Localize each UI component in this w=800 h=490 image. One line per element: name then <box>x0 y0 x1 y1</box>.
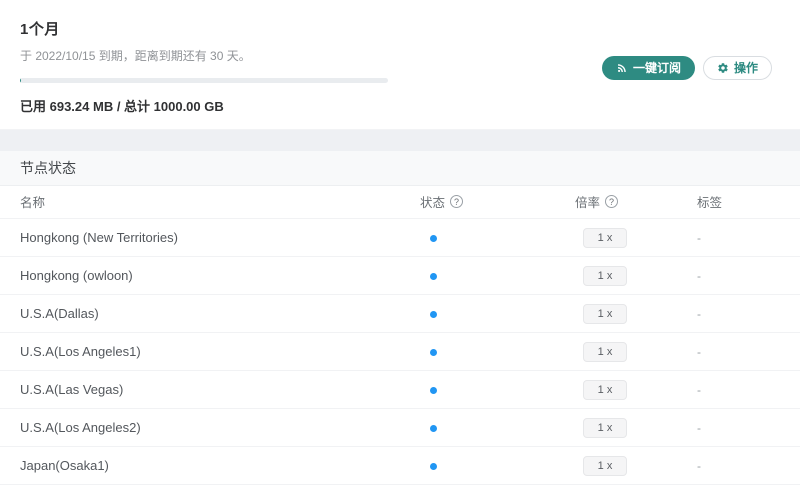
column-header-rate: 倍率 ? <box>575 192 619 211</box>
node-name: U.S.A(Las Vegas) <box>20 382 124 397</box>
rate-badge: 1 x <box>583 303 627 324</box>
column-header-status: 状态 ? <box>420 192 464 211</box>
column-header-name: 名称 <box>20 196 46 210</box>
node-table: 名称 状态 ? 倍率 ? 标签 Hongkong (New Territorie… <box>0 186 800 485</box>
status-dot <box>430 424 437 432</box>
status-dot <box>430 310 437 318</box>
rate-badge: 1 x <box>583 379 627 400</box>
status-dot <box>430 348 437 356</box>
section-divider-band <box>0 130 800 151</box>
plan-card: 1个月 于 2022/10/15 到期，距离到期还有 30 天。 已用 693.… <box>0 0 800 130</box>
table-row: Hongkong (New Territories) 1 x - <box>0 219 800 257</box>
node-status-title: 节点状态 <box>20 160 76 176</box>
rate-help-icon[interactable]: ? <box>605 195 619 208</box>
status-dot <box>430 386 437 394</box>
table-header-row: 名称 状态 ? 倍率 ? 标签 <box>0 186 800 219</box>
plan-title: 1个月 <box>20 21 60 38</box>
tags-value: - <box>697 382 701 397</box>
subscribe-button-label: 一键订阅 <box>632 61 681 75</box>
tags-value: - <box>697 344 701 359</box>
status-dot <box>430 272 437 280</box>
gear-icon <box>717 62 729 74</box>
table-row: U.S.A(Dallas) 1 x - <box>0 295 800 333</box>
actions-button-label: 操作 <box>733 61 758 75</box>
table-row: Hongkong (owloon) 1 x - <box>0 257 800 295</box>
status-dot <box>430 234 437 242</box>
tags-value: - <box>697 230 701 245</box>
rate-badge: 1 x <box>583 417 627 438</box>
rate-badge: 1 x <box>583 455 627 476</box>
table-row: U.S.A(Los Angeles2) 1 x - <box>0 409 800 447</box>
one-click-subscribe-button[interactable]: 一键订阅 <box>601 56 695 80</box>
node-status-header: 节点状态 <box>0 151 800 186</box>
rate-badge: 1 x <box>583 341 627 362</box>
rate-badge: 1 x <box>583 265 627 286</box>
node-status-card: 节点状态 名称 状态 ? 倍率 ? 标签 Hongkong (New Terri… <box>0 151 800 485</box>
plan-buttons: 一键订阅 操作 <box>601 56 772 80</box>
rate-badge: 1 x <box>583 227 627 248</box>
tags-value: - <box>697 458 701 473</box>
node-name: U.S.A(Los Angeles1) <box>20 344 141 359</box>
tags-value: - <box>697 420 701 435</box>
table-row: U.S.A(Los Angeles1) 1 x - <box>0 333 800 371</box>
node-name: Hongkong (owloon) <box>20 268 133 283</box>
node-name: Japan(Osaka1) <box>20 458 109 473</box>
status-help-icon[interactable]: ? <box>450 195 464 208</box>
column-header-tags: 标签 <box>697 196 723 210</box>
node-name: Hongkong (New Territories) <box>20 230 178 245</box>
table-row: U.S.A(Las Vegas) 1 x - <box>0 371 800 409</box>
usage-progress-bar <box>20 78 388 83</box>
actions-button[interactable]: 操作 <box>702 56 772 80</box>
rss-icon <box>616 62 628 74</box>
status-dot <box>430 462 437 470</box>
tags-value: - <box>697 306 701 321</box>
plan-usage-text: 已用 693.24 MB / 总计 1000.00 GB <box>20 99 224 114</box>
table-row: Japan(Osaka1) 1 x - <box>0 447 800 485</box>
node-name: U.S.A(Los Angeles2) <box>20 420 141 435</box>
node-name: U.S.A(Dallas) <box>20 306 99 321</box>
tags-value: - <box>697 268 701 283</box>
